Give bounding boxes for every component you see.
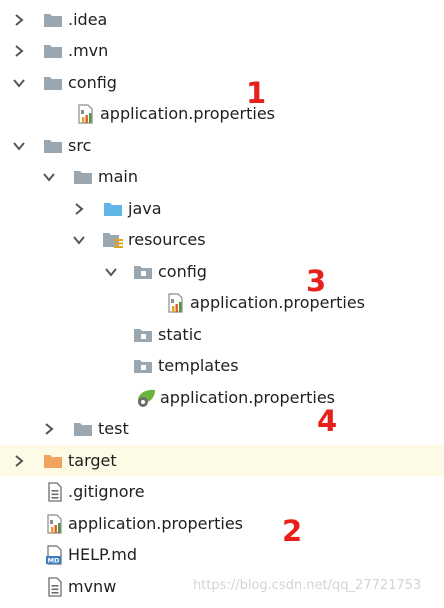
tree-item-mvn[interactable]: .mvn xyxy=(0,35,444,66)
text-file-icon xyxy=(44,481,66,502)
tree-item-java[interactable]: java xyxy=(0,193,444,224)
tree-item-label: java xyxy=(128,198,162,218)
annotation-number-3: 3 xyxy=(306,264,327,298)
tree-item-label: main xyxy=(98,166,138,186)
watermark: https://blog.csdn.net/qq_27721753 xyxy=(193,578,422,593)
tree-item-resources[interactable]: resources xyxy=(0,224,444,255)
source-folder-icon xyxy=(102,199,124,219)
folder-icon xyxy=(42,10,64,30)
tree-item-label: application.properties xyxy=(190,292,365,312)
folder-icon xyxy=(42,73,64,93)
tree-item-resources-config-application-properties[interactable]: application.properties xyxy=(0,287,444,318)
annotation-number-4: 4 xyxy=(317,404,338,438)
tree-item-gitignore[interactable]: .gitignore xyxy=(0,476,444,507)
annotation-number-2: 2 xyxy=(282,514,303,548)
properties-file-icon xyxy=(165,292,187,313)
tree-item-main[interactable]: main xyxy=(0,161,444,192)
folder-icon xyxy=(132,356,154,376)
chevron-down-icon[interactable] xyxy=(42,170,56,184)
folder-icon xyxy=(42,41,64,61)
tree-item-resources-application-properties[interactable]: application.properties xyxy=(0,382,444,413)
annotation-number-1: 1 xyxy=(246,76,267,110)
properties-file-icon xyxy=(75,103,97,124)
tree-item-resources-config[interactable]: config xyxy=(0,256,444,287)
tree-item-config[interactable]: config xyxy=(0,67,444,98)
package-folder-icon xyxy=(132,262,154,282)
folder-icon xyxy=(72,419,94,439)
tree-item-label: mvnw xyxy=(68,576,117,596)
tree-item-label: templates xyxy=(158,355,239,375)
tree-item-templates[interactable]: templates xyxy=(0,350,444,381)
excluded-folder-icon xyxy=(42,451,64,471)
tree-item-label: resources xyxy=(128,229,206,249)
project-tree: .idea .mvn config application.properties… xyxy=(0,0,444,608)
tree-item-label: .idea xyxy=(68,9,108,29)
chevron-down-icon[interactable] xyxy=(12,76,26,90)
tree-item-idea[interactable]: .idea xyxy=(0,4,444,35)
tree-item-label: application.properties xyxy=(68,513,243,533)
chevron-down-icon[interactable] xyxy=(72,233,86,247)
tree-item-label: target xyxy=(68,450,117,470)
tree-item-label: test xyxy=(98,418,129,438)
tree-item-label: config xyxy=(158,261,207,281)
chevron-right-icon[interactable] xyxy=(12,44,26,58)
tree-item-label: .mvn xyxy=(68,40,109,60)
tree-item-config-application-properties[interactable]: application.properties xyxy=(0,98,444,129)
tree-item-src[interactable]: src xyxy=(0,130,444,161)
chevron-right-icon[interactable] xyxy=(72,202,86,216)
tree-item-root-application-properties[interactable]: application.properties xyxy=(0,508,444,539)
chevron-right-icon[interactable] xyxy=(12,454,26,468)
md-badge: MD xyxy=(48,556,60,564)
folder-icon xyxy=(42,136,64,156)
tree-item-label: application.properties xyxy=(160,387,335,407)
tree-item-label: src xyxy=(68,135,92,155)
tree-item-label: .gitignore xyxy=(68,481,145,501)
resources-folder-icon xyxy=(102,230,124,250)
tree-item-help-md[interactable]: MD HELP.md xyxy=(0,539,444,570)
folder-icon xyxy=(132,325,154,345)
tree-item-label: HELP.md xyxy=(68,544,138,564)
spring-properties-icon xyxy=(135,388,157,408)
markdown-file-icon: MD xyxy=(44,544,66,565)
tree-item-static[interactable]: static xyxy=(0,319,444,350)
chevron-down-icon[interactable] xyxy=(12,139,26,153)
tree-item-test[interactable]: test xyxy=(0,413,444,444)
tree-item-label: config xyxy=(68,72,117,92)
chevron-right-icon[interactable] xyxy=(12,13,26,27)
tree-item-label: static xyxy=(158,324,202,344)
folder-icon xyxy=(72,167,94,187)
properties-file-icon xyxy=(44,513,66,534)
text-file-icon xyxy=(44,576,66,597)
chevron-down-icon[interactable] xyxy=(104,265,118,279)
chevron-right-icon[interactable] xyxy=(42,422,56,436)
tree-item-target[interactable]: target xyxy=(0,445,444,476)
